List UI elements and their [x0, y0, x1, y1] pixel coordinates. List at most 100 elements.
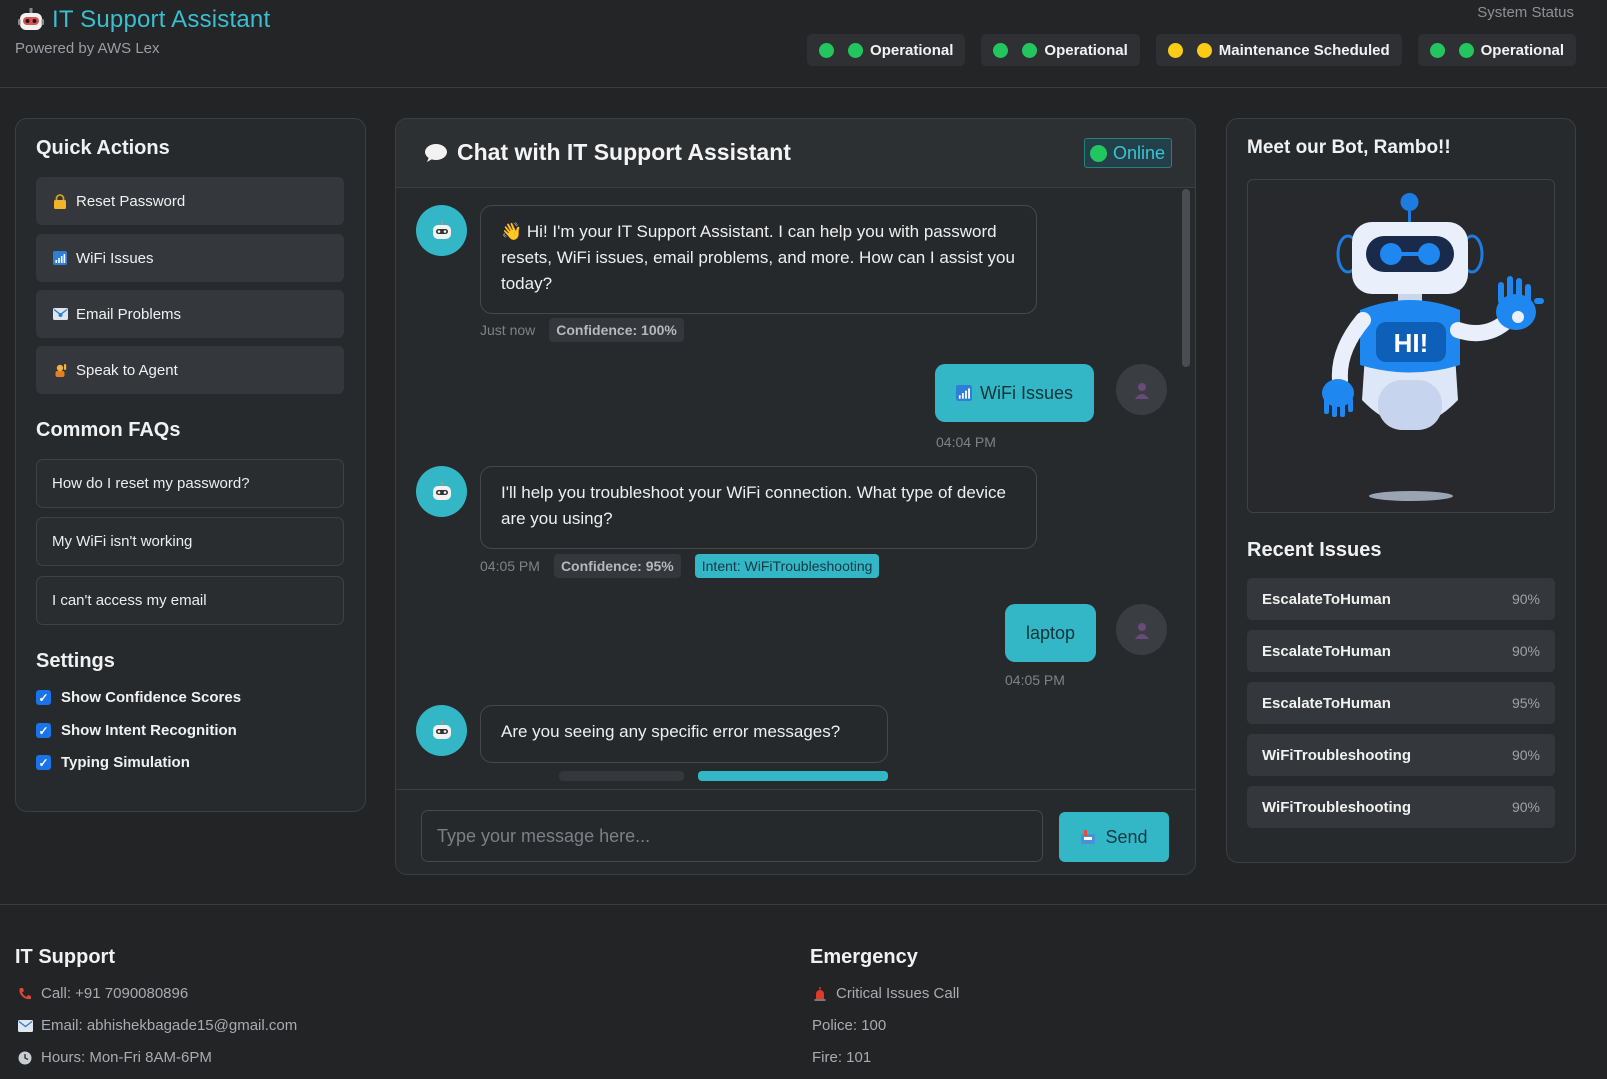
- user-avatar: [1116, 364, 1167, 415]
- chat-panel: Chat with IT Support Assistant Online 👋 …: [395, 118, 1196, 875]
- issue-confidence: 95%: [1511, 695, 1540, 711]
- status-dot-icon: [1022, 42, 1038, 58]
- robot-logo-icon: [18, 8, 44, 30]
- faq-item[interactable]: I can't access my email: [36, 576, 344, 625]
- chat-scrollbar[interactable]: [1182, 189, 1190, 367]
- intent-tag: [698, 771, 888, 781]
- message-meta: Just now Confidence: 100%: [480, 318, 684, 342]
- quick-action-speak-to-agent[interactable]: Speak to Agent: [36, 346, 344, 394]
- email-icon: [52, 306, 68, 322]
- issue-confidence: 90%: [1511, 591, 1540, 607]
- checkbox-checked-icon[interactable]: ✓: [36, 755, 51, 770]
- quick-action-email-problems[interactable]: Email Problems: [36, 290, 344, 338]
- page-footer: IT Support Call: +91 7090080896 Email: a…: [0, 904, 1607, 1079]
- message-time: 04:04 PM: [936, 434, 996, 450]
- brand: IT Support Assistant: [18, 6, 270, 34]
- bot-message-bubble: 👋 Hi! I'm your IT Support Assistant. I c…: [480, 205, 1037, 314]
- support-hours-line: Hours: Mon-Fri 8AM-6PM: [17, 1049, 212, 1066]
- setting-label: Typing Simulation: [61, 754, 190, 771]
- support-hours-text: Hours: Mon-Fri 8AM-6PM: [41, 1049, 212, 1066]
- online-status-badge: Online: [1083, 138, 1172, 168]
- bot-badge-text: HI!: [1394, 328, 1429, 358]
- user-icon: [1134, 622, 1149, 639]
- raised-hand-icon: [52, 362, 68, 378]
- chat-input-bar: Send: [396, 789, 1195, 874]
- issue-confidence: 90%: [1511, 643, 1540, 659]
- quick-action-label: WiFi Issues: [76, 249, 154, 267]
- chat-messages[interactable]: 👋 Hi! I'm your IT Support Assistant. I c…: [396, 188, 1195, 789]
- clock-icon: [17, 1051, 33, 1065]
- checkbox-checked-icon[interactable]: ✓: [36, 723, 51, 738]
- online-status-text: Online: [1112, 142, 1165, 163]
- message-meta: 04:04 PM: [936, 434, 996, 450]
- emergency-critical-line: Critical Issues Call: [812, 985, 959, 1002]
- emergency-title: Emergency: [810, 946, 918, 968]
- issue-name: WiFiTroubleshooting: [1262, 798, 1412, 816]
- faq-item[interactable]: How do I reset my password?: [36, 459, 344, 508]
- bot-avatar: [416, 205, 467, 256]
- setting-show-confidence[interactable]: ✓ Show Confidence Scores: [36, 689, 241, 706]
- right-sidebar: Meet our Bot, Rambo!! HI! Recent Issues …: [1226, 118, 1576, 863]
- confidence-tag: Confidence: 95%: [553, 554, 681, 578]
- setting-show-intent[interactable]: ✓ Show Intent Recognition: [36, 722, 237, 739]
- user-message-bubble: WiFi Issues: [935, 364, 1095, 422]
- status-pill: Operational: [981, 34, 1140, 66]
- speech-bubble-icon: [425, 143, 447, 162]
- setting-typing-simulation[interactable]: ✓ Typing Simulation: [36, 754, 190, 771]
- message-time: 04:05 PM: [480, 558, 540, 574]
- user-icon: [1134, 382, 1149, 399]
- status-text: Maintenance Scheduled: [1218, 41, 1390, 59]
- issue-confidence: 90%: [1511, 747, 1540, 763]
- status-dot-icon: [1458, 42, 1474, 58]
- quick-action-wifi-issues[interactable]: WiFi Issues: [36, 234, 344, 282]
- recent-issue-item[interactable]: EscalateToHuman 95%: [1247, 682, 1555, 724]
- support-call-line: Call: +91 7090080896: [17, 985, 188, 1002]
- status-pill: Operational: [807, 34, 966, 66]
- send-button[interactable]: Send: [1059, 812, 1169, 862]
- status-text: Operational: [1044, 41, 1128, 59]
- confidence-tag: Confidence: 100%: [549, 318, 684, 342]
- chat-header: Chat with IT Support Assistant Online: [396, 119, 1195, 188]
- checkbox-checked-icon[interactable]: ✓: [36, 690, 51, 705]
- chat-title-text: Chat with IT Support Assistant: [457, 139, 791, 165]
- user-message-text: WiFi Issues: [980, 382, 1074, 403]
- recent-issue-item[interactable]: EscalateToHuman 90%: [1247, 578, 1555, 620]
- mailbox-icon: [1081, 830, 1096, 844]
- left-sidebar: Quick Actions Reset Password WiFi Issues…: [15, 118, 366, 812]
- message-meta: 04:05 PM Confidence: 95% Intent: WiFiTro…: [480, 554, 880, 578]
- status-dot-icon: [819, 42, 835, 58]
- chat-title: Chat with IT Support Assistant: [424, 139, 791, 166]
- faq-item[interactable]: My WiFi isn't working: [36, 517, 344, 566]
- recent-issue-item[interactable]: WiFiTroubleshooting 90%: [1247, 734, 1555, 776]
- emergency-police-line: Police: 100: [812, 1017, 887, 1034]
- status-pill: Maintenance Scheduled: [1155, 34, 1402, 66]
- bot-message-bubble: I'll help you troubleshoot your WiFi con…: [480, 466, 1037, 549]
- robot-mascot-illustration: HI!: [1322, 193, 1544, 501]
- user-message-text: laptop: [1026, 622, 1076, 643]
- it-support-title: IT Support: [15, 946, 115, 968]
- emergency-fire-line: Fire: 101: [812, 1049, 872, 1066]
- issue-confidence: 90%: [1511, 799, 1540, 815]
- status-text: Operational: [1480, 41, 1564, 59]
- quick-actions-title: Quick Actions: [36, 137, 170, 159]
- app-header: IT Support Assistant Powered by AWS Lex …: [0, 0, 1607, 88]
- issue-name: WiFiTroubleshooting: [1262, 746, 1412, 764]
- confidence-tag: [559, 771, 684, 781]
- bot-avatar: [416, 705, 467, 756]
- status-dot-icon: [1196, 42, 1212, 58]
- online-dot-icon: [1089, 144, 1107, 162]
- signal-bars-icon: [956, 385, 972, 401]
- status-dot-icon: [1429, 42, 1445, 58]
- issue-name: EscalateToHuman: [1262, 694, 1391, 712]
- signal-bars-icon: [52, 250, 68, 266]
- recent-issue-item[interactable]: EscalateToHuman 90%: [1247, 630, 1555, 672]
- message-input[interactable]: [421, 810, 1043, 862]
- bot-avatar: [416, 466, 467, 517]
- recent-issue-item[interactable]: WiFiTroubleshooting 90%: [1247, 786, 1555, 828]
- quick-action-reset-password[interactable]: Reset Password: [36, 177, 344, 225]
- support-email-text: Email: abhishekbagade15@gmail.com: [41, 1017, 298, 1034]
- app-title: IT Support Assistant: [52, 6, 271, 33]
- lock-icon: [52, 193, 68, 209]
- send-button-label: Send: [1105, 826, 1148, 847]
- bot-message-bubble: Are you seeing any specific error messag…: [480, 705, 888, 763]
